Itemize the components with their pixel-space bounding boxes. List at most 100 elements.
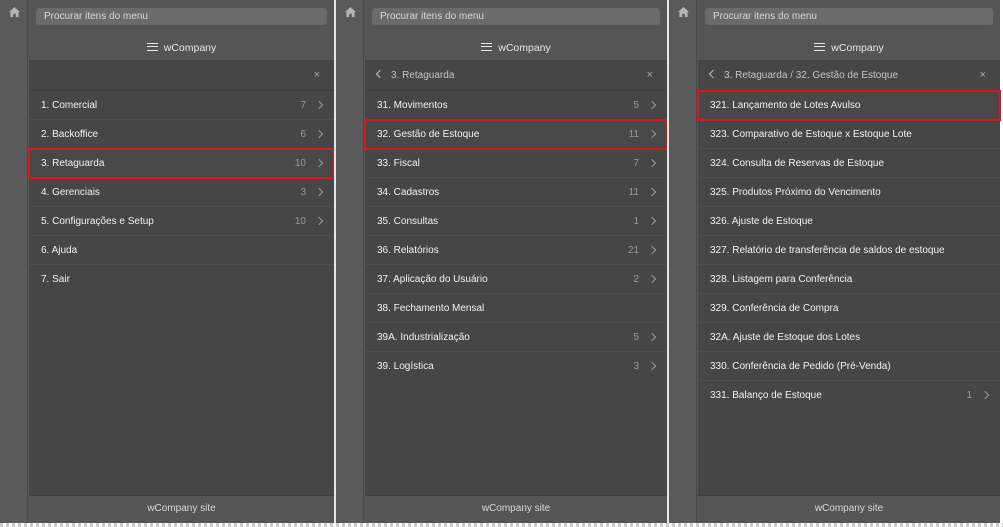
site-link[interactable]: wCompany site [29, 495, 334, 523]
menu-panel-1: Procurar itens do menu wCompany × 1. Com… [0, 0, 335, 523]
menu-item-configuracoes[interactable]: 5. Configurações e Setup 10 [29, 207, 334, 236]
menu-item-backoffice[interactable]: 2. Backoffice 6 [29, 120, 334, 149]
menu-item-label: 35. Consultas [377, 216, 439, 227]
chevron-right-icon [314, 129, 324, 139]
item-count: 3 [300, 187, 306, 198]
menu-item-aplicacao-usuario[interactable]: 37. Aplicação do Usuário 2 [365, 265, 667, 294]
hamburger-icon[interactable] [481, 43, 493, 52]
back-label: 3. Retaguarda / 32. Gestão de Estoque [724, 70, 899, 81]
site-link[interactable]: wCompany site [365, 495, 667, 523]
menu-item-conferencia-pedido[interactable]: 330. Conferência de Pedido (Pré-Venda) [698, 352, 1000, 381]
search-input[interactable]: Procurar itens do menu [705, 8, 993, 25]
menu-item-label: 39. Logística [377, 361, 434, 372]
menu-list: 3. Retaguarda × 31. Movimentos 5 32. Gestã… [364, 60, 668, 495]
menu-item-label: 37. Aplicação do Usuário [377, 274, 488, 285]
menu-item-lancamento-lotes[interactable]: 321. Lançamento de Lotes Avulso [697, 90, 1001, 121]
menu-item-label: 331. Balanço de Estoque [710, 390, 822, 401]
menu-item-comercial[interactable]: 1. Comercial 7 [29, 91, 334, 120]
hamburger-icon[interactable] [814, 43, 826, 52]
item-count: 10 [294, 216, 306, 227]
chevron-right-icon [314, 187, 324, 197]
search-input[interactable]: Procurar itens do menu [36, 8, 327, 25]
menu-list: 3. Retaguarda / 32. Gestão de Estoque × 3… [697, 60, 1001, 495]
home-icon[interactable] [669, 4, 697, 20]
chevron-right-icon [314, 158, 324, 168]
home-icon[interactable] [0, 4, 28, 20]
menu-list: × 1. Comercial 7 2. Backoffice 6 3. Retagu… [28, 60, 335, 495]
menu-item-label: 39A. Industrialização [377, 332, 470, 343]
menu-item-fechamento-mensal[interactable]: 38. Fechamento Mensal [365, 294, 667, 323]
menu-item-label: 327. Relatório de transferência de saldo… [710, 245, 945, 256]
brand-header[interactable]: wCompany [365, 36, 667, 60]
chevron-right-icon [314, 100, 324, 110]
back-row[interactable]: × [29, 60, 334, 91]
brand-header[interactable]: wCompany [698, 36, 1000, 60]
menu-item-label: 4. Gerenciais [41, 187, 100, 198]
item-count: 1 [633, 216, 639, 227]
menu-item-conferencia-compra[interactable]: 329. Conferência de Compra [698, 294, 1000, 323]
menu-item-cadastros[interactable]: 34. Cadastros 11 [365, 178, 667, 207]
side-rail [336, 0, 364, 523]
menu-item-retaguarda[interactable]: 3. Retaguarda 10 [28, 148, 335, 179]
menu-item-fiscal[interactable]: 33. Fiscal 7 [365, 149, 667, 178]
site-link[interactable]: wCompany site [698, 495, 1000, 523]
menu-item-label: 329. Conferência de Compra [710, 303, 839, 314]
item-count: 5 [633, 100, 639, 111]
menu-item-label: 5. Configurações e Setup [41, 216, 154, 227]
close-icon[interactable]: × [647, 60, 653, 91]
item-count: 6 [300, 129, 306, 140]
chevron-right-icon [647, 129, 657, 139]
menu-item-sair[interactable]: 7. Sair [29, 265, 334, 294]
menu-item-relatorio-transferencia[interactable]: 327. Relatório de transferência de saldo… [698, 236, 1000, 265]
menu-item-ajuste-lotes[interactable]: 32A. Ajuste de Estoque dos Lotes [698, 323, 1000, 352]
search-input[interactable]: Procurar itens do menu [372, 8, 660, 25]
menu-item-label: 31. Movimentos [377, 100, 448, 111]
menu-item-label: 33. Fiscal [377, 158, 420, 169]
menu-item-label: 32. Gestão de Estoque [377, 129, 480, 140]
brand-header[interactable]: wCompany [29, 36, 334, 60]
menu-panel-2: Procurar itens do menu wCompany 3. Retag… [336, 0, 668, 523]
chevron-right-icon [647, 158, 657, 168]
close-icon[interactable]: × [980, 60, 986, 91]
menu-item-industrializacao[interactable]: 39A. Industrialização 5 [365, 323, 667, 352]
menu-item-gestao-estoque[interactable]: 32. Gestão de Estoque 11 [364, 119, 668, 150]
item-count: 1 [966, 390, 972, 401]
menu-item-produtos-vencimento[interactable]: 325. Produtos Próximo do Vencimento [698, 178, 1000, 207]
chevron-right-icon [647, 100, 657, 110]
menu-item-balanco-estoque[interactable]: 331. Balanço de Estoque 1 [698, 381, 1000, 410]
item-count: 5 [633, 332, 639, 343]
home-icon[interactable] [336, 4, 364, 20]
brand-label: wCompany [498, 42, 551, 54]
item-count: 10 [294, 158, 306, 169]
menu-item-logistica[interactable]: 39. Logística 3 [365, 352, 667, 381]
menu-item-consultas[interactable]: 35. Consultas 1 [365, 207, 667, 236]
chevron-left-icon [375, 69, 385, 79]
item-count: 7 [633, 158, 639, 169]
brand-label: wCompany [831, 42, 884, 54]
back-row[interactable]: 3. Retaguarda × [365, 60, 667, 91]
menu-item-listagem-conferencia[interactable]: 328. Listagem para Conferência [698, 265, 1000, 294]
menu-item-ajuste-estoque[interactable]: 326. Ajuste de Estoque [698, 207, 1000, 236]
menu-item-label: 34. Cadastros [377, 187, 440, 198]
brand-label: wCompany [163, 42, 217, 54]
menu-item-ajuda[interactable]: 6. Ajuda [29, 236, 334, 265]
menu-item-gerenciais[interactable]: 4. Gerenciais 3 [29, 178, 334, 207]
item-count: 21 [627, 245, 639, 256]
back-label: 3. Retaguarda [391, 70, 455, 81]
side-rail [669, 0, 697, 523]
menu-item-movimentos[interactable]: 31. Movimentos 5 [365, 91, 667, 120]
hamburger-icon[interactable] [146, 43, 158, 52]
menu-column: Procurar itens do menu wCompany 3. Retag… [697, 0, 1001, 523]
chevron-right-icon [647, 274, 657, 284]
menu-item-relatorios[interactable]: 36. Relatórios 21 [365, 236, 667, 265]
item-count: 2 [633, 274, 639, 285]
close-icon[interactable]: × [314, 60, 320, 91]
menu-item-label: 1. Comercial [41, 100, 98, 111]
chevron-right-icon [647, 245, 657, 255]
chevron-right-icon [980, 390, 990, 400]
chevron-right-icon [314, 216, 324, 226]
menu-item-consulta-reservas[interactable]: 324. Consulta de Reservas de Estoque [698, 149, 1000, 178]
menu-item-comparativo-estoque[interactable]: 323. Comparativo de Estoque x Estoque Lo… [698, 120, 1000, 149]
back-row[interactable]: 3. Retaguarda / 32. Gestão de Estoque × [698, 60, 1000, 91]
menu-item-label: 326. Ajuste de Estoque [710, 216, 813, 227]
